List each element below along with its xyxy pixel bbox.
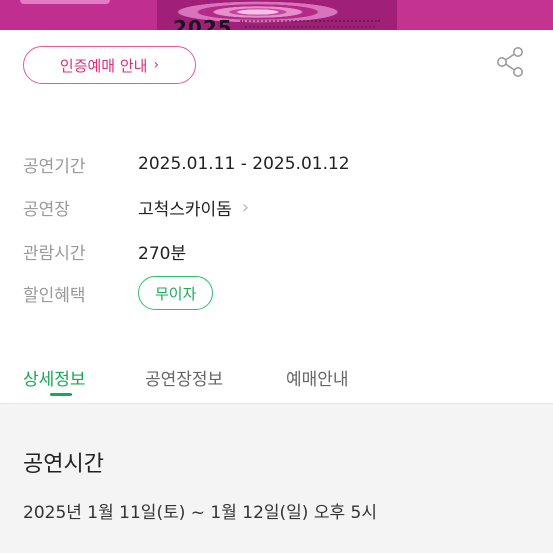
poster-year-text: 2025 (173, 16, 233, 30)
tab-detail-info[interactable]: 상세정보 (23, 365, 86, 390)
share-icon[interactable] (494, 45, 528, 79)
info-label-discount: 할인혜택 (23, 285, 86, 306)
info-label-venue: 공연장 (23, 199, 70, 220)
active-tab-indicator (50, 393, 72, 396)
info-label-runtime: 관람시간 (23, 243, 86, 264)
detail-schedule-text: 2025년 1월 11일(토) ~ 1월 12일(일) 오후 5시 (23, 503, 377, 523)
info-row-runtime: 관람시간 270분 (23, 237, 186, 265)
detail-tabs: 상세정보 공연장정보 예매안내 (0, 355, 553, 403)
info-row-period: 공연기간 2025.01.11 - 2025.01.12 (23, 150, 350, 178)
discount-badge[interactable]: 무이자 (138, 276, 214, 310)
chevron-right-icon: › (153, 57, 160, 73)
detail-title: 공연시간 (23, 452, 104, 477)
poster-right-bg (397, 0, 553, 30)
info-row-venue[interactable]: 공연장 고척스카이돔 › (23, 193, 249, 221)
poster-left-bg (0, 0, 157, 30)
info-value-period: 2025.01.11 - 2025.01.12 (138, 154, 350, 174)
info-value-runtime: 270분 (138, 243, 187, 264)
info-value-venue[interactable]: 고척스카이돔 (138, 195, 232, 220)
chevron-right-icon[interactable]: › (242, 197, 249, 218)
auth-booking-guide-label: 인증예매 안내 (59, 56, 148, 75)
auth-booking-guide-button[interactable]: 인증예매 안내 › (23, 46, 196, 84)
poster-fine-print-2 (245, 26, 375, 29)
tab-booking-guide[interactable]: 예매안내 (286, 365, 349, 390)
poster-banner: 2025 (0, 0, 553, 30)
info-row-discount: 할인혜택 무이자 (23, 276, 214, 310)
detail-section: 공연시간 2025년 1월 11일(토) ~ 1월 12일(일) 오후 5시 (0, 404, 553, 553)
tab-venue-info[interactable]: 공연장정보 (145, 365, 223, 390)
info-label-period: 공연기간 (23, 156, 86, 177)
poster-glow (20, 0, 110, 4)
poster-fine-print (240, 20, 380, 23)
